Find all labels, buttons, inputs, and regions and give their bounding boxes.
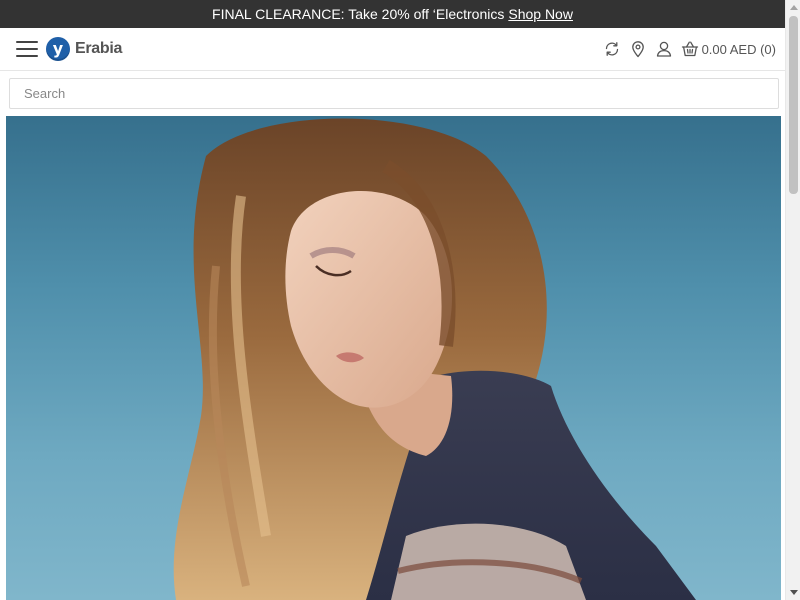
site-logo[interactable]: y Erabia — [46, 37, 122, 61]
cart-button[interactable]: 0.00 AED (0) — [681, 40, 776, 58]
menu-icon[interactable] — [16, 39, 39, 59]
promo-text: FINAL CLEARANCE: Take 20% off ‘Electroni… — [212, 6, 505, 22]
triangle-down-icon — [789, 590, 798, 595]
search-box — [9, 78, 779, 109]
hero-banner-image[interactable] — [6, 116, 781, 600]
hero-illustration — [173, 118, 696, 600]
search-input[interactable] — [10, 79, 778, 108]
cart-total: 0.00 AED (0) — [701, 41, 776, 57]
scroll-up-arrow-icon[interactable] — [786, 0, 800, 15]
basket-icon — [681, 40, 699, 58]
menu-line — [16, 41, 38, 43]
promo-banner: FINAL CLEARANCE: Take 20% off ‘Electroni… — [0, 0, 785, 28]
page-viewport: FINAL CLEARANCE: Take 20% off ‘Electroni… — [0, 0, 785, 600]
refresh-icon[interactable] — [603, 40, 621, 58]
logo-badge-icon: y — [46, 37, 70, 61]
menu-line — [16, 55, 38, 57]
triangle-up-icon — [789, 5, 798, 10]
menu-line — [16, 48, 38, 50]
vertical-scrollbar[interactable] — [785, 0, 800, 600]
logo-text: Erabia — [75, 40, 123, 57]
header-actions: 0.00 AED (0) — [595, 39, 776, 59]
user-icon[interactable] — [655, 40, 673, 58]
location-pin-icon[interactable] — [629, 40, 647, 58]
site-header: y Erabia 0.00 AED (0) — [0, 28, 785, 71]
shop-now-link[interactable]: Shop Now — [508, 6, 573, 22]
scrollbar-thumb[interactable] — [789, 16, 798, 194]
scroll-down-arrow-icon[interactable] — [786, 585, 800, 600]
